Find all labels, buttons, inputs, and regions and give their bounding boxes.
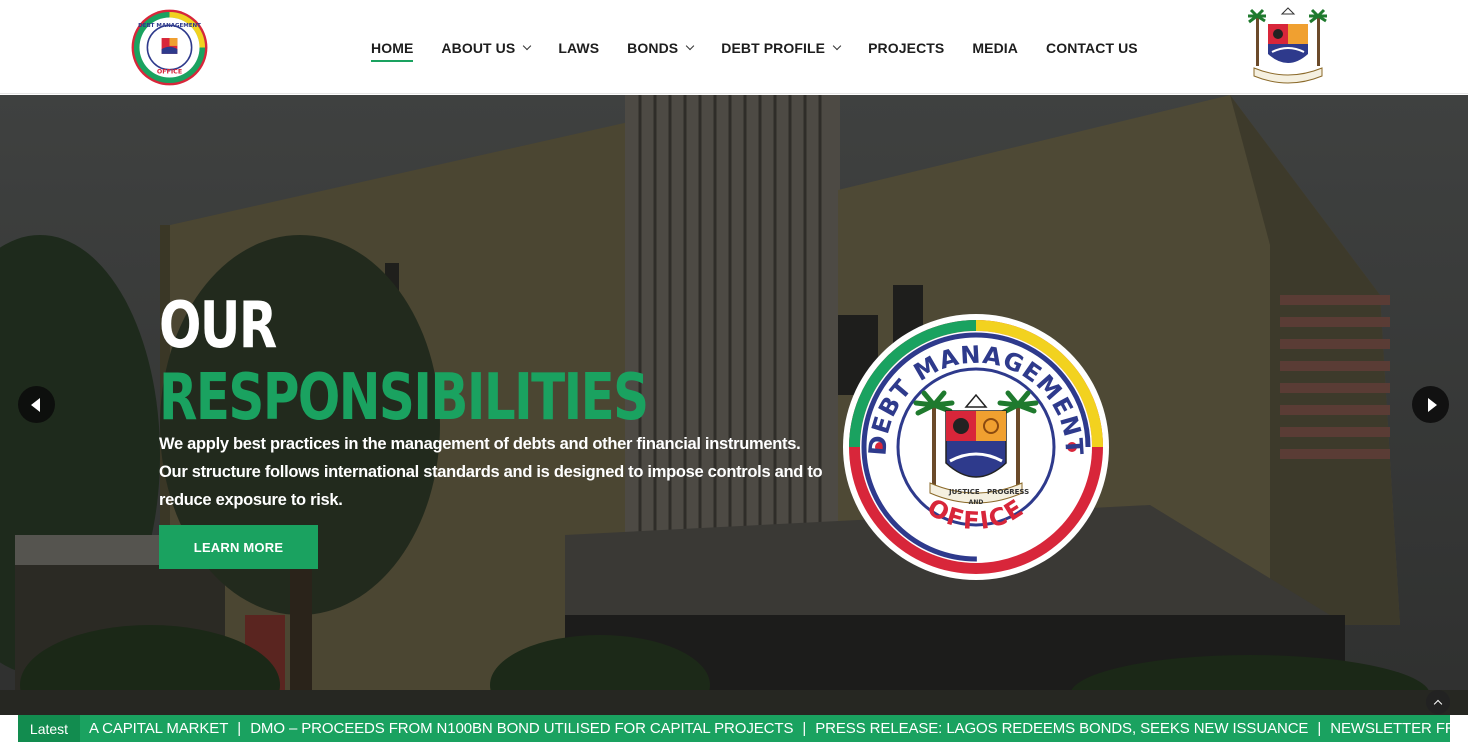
nav-contact-us-label: CONTACT US xyxy=(1046,40,1138,56)
slider-prev-button[interactable] xyxy=(18,386,55,423)
dmo-logo-text-bottom: OFFICE xyxy=(157,69,182,76)
nav-projects-label: PROJECTS xyxy=(868,40,945,56)
hero-title-line-2: RESPONSIBILITIES xyxy=(159,361,649,435)
nav-media[interactable]: MEDIA xyxy=(972,38,1018,58)
ticker-item[interactable]: DMO – PROCEEDS FROM N100BN BOND UTILISED… xyxy=(241,720,802,737)
chevron-left-icon xyxy=(30,397,40,412)
chevron-right-icon xyxy=(1427,397,1437,412)
dmo-seal-large: JUSTICE AND PROGRESS DEBT MANAGEMENT OFF… xyxy=(843,314,1109,580)
ticker-item[interactable]: NEWSLETTER FROM 8T xyxy=(1321,720,1450,737)
crest-motto-left: JUSTICE xyxy=(948,488,980,496)
slider-next-button[interactable] xyxy=(1412,386,1449,423)
nav-debt-profile-label: DEBT PROFILE xyxy=(721,40,826,56)
hero-description: We apply best practices in the managemen… xyxy=(159,435,823,509)
nav-home[interactable]: HOME xyxy=(371,38,414,62)
crest-motto-mid: AND xyxy=(969,499,984,506)
chevron-down-icon xyxy=(685,41,695,51)
learn-more-button[interactable]: LEARN MORE xyxy=(159,525,318,569)
nav-home-label: HOME xyxy=(371,40,414,56)
chevron-down-icon xyxy=(832,41,842,51)
ticker-label: Latest xyxy=(18,715,80,742)
nav-contact-us[interactable]: CONTACT US xyxy=(1046,38,1138,58)
ticker-track: A CAPITAL MARKET | DMO – PROCEEDS FROM N… xyxy=(80,715,1450,742)
nav-about-us[interactable]: ABOUT US xyxy=(441,38,532,58)
nav-bonds[interactable]: BONDS xyxy=(627,38,695,58)
crest-motto-right: PROGRESS xyxy=(987,488,1029,496)
news-ticker: Latest A CAPITAL MARKET | DMO – PROCEEDS… xyxy=(18,715,1450,742)
nav-debt-profile[interactable]: DEBT PROFILE xyxy=(721,38,842,58)
chevron-down-icon xyxy=(523,41,532,51)
hero-title-line-1: OUR xyxy=(159,289,277,363)
dmo-logo-text-top: DEBT MANAGEMENT xyxy=(138,23,201,29)
main-nav: HOME ABOUT US LAWS BONDS DEBT PROFILE PR… xyxy=(357,38,1152,62)
nav-projects[interactable]: PROJECTS xyxy=(868,38,944,58)
site-header: DEBT MANAGEMENT OFFICE HOME ABOUT US LAW… xyxy=(0,0,1468,94)
ticker-item[interactable]: A CAPITAL MARKET xyxy=(80,720,237,737)
lagos-state-crest[interactable] xyxy=(1248,6,1328,88)
hero-slider: OUR RESPONSIBILITIES We apply best pract… xyxy=(0,95,1468,715)
nav-media-label: MEDIA xyxy=(972,40,1018,56)
nav-about-us-label: ABOUT US xyxy=(441,40,516,56)
chevron-up-icon xyxy=(1433,699,1443,708)
nav-bonds-label: BONDS xyxy=(627,40,679,56)
dmo-logo[interactable]: DEBT MANAGEMENT OFFICE xyxy=(130,8,209,87)
nav-laws[interactable]: LAWS xyxy=(558,38,599,58)
ticker-item[interactable]: PRESS RELEASE: LAGOS REDEEMS BONDS, SEEK… xyxy=(806,720,1317,737)
nav-laws-label: LAWS xyxy=(558,40,600,56)
scroll-to-top-button[interactable] xyxy=(1426,690,1450,714)
